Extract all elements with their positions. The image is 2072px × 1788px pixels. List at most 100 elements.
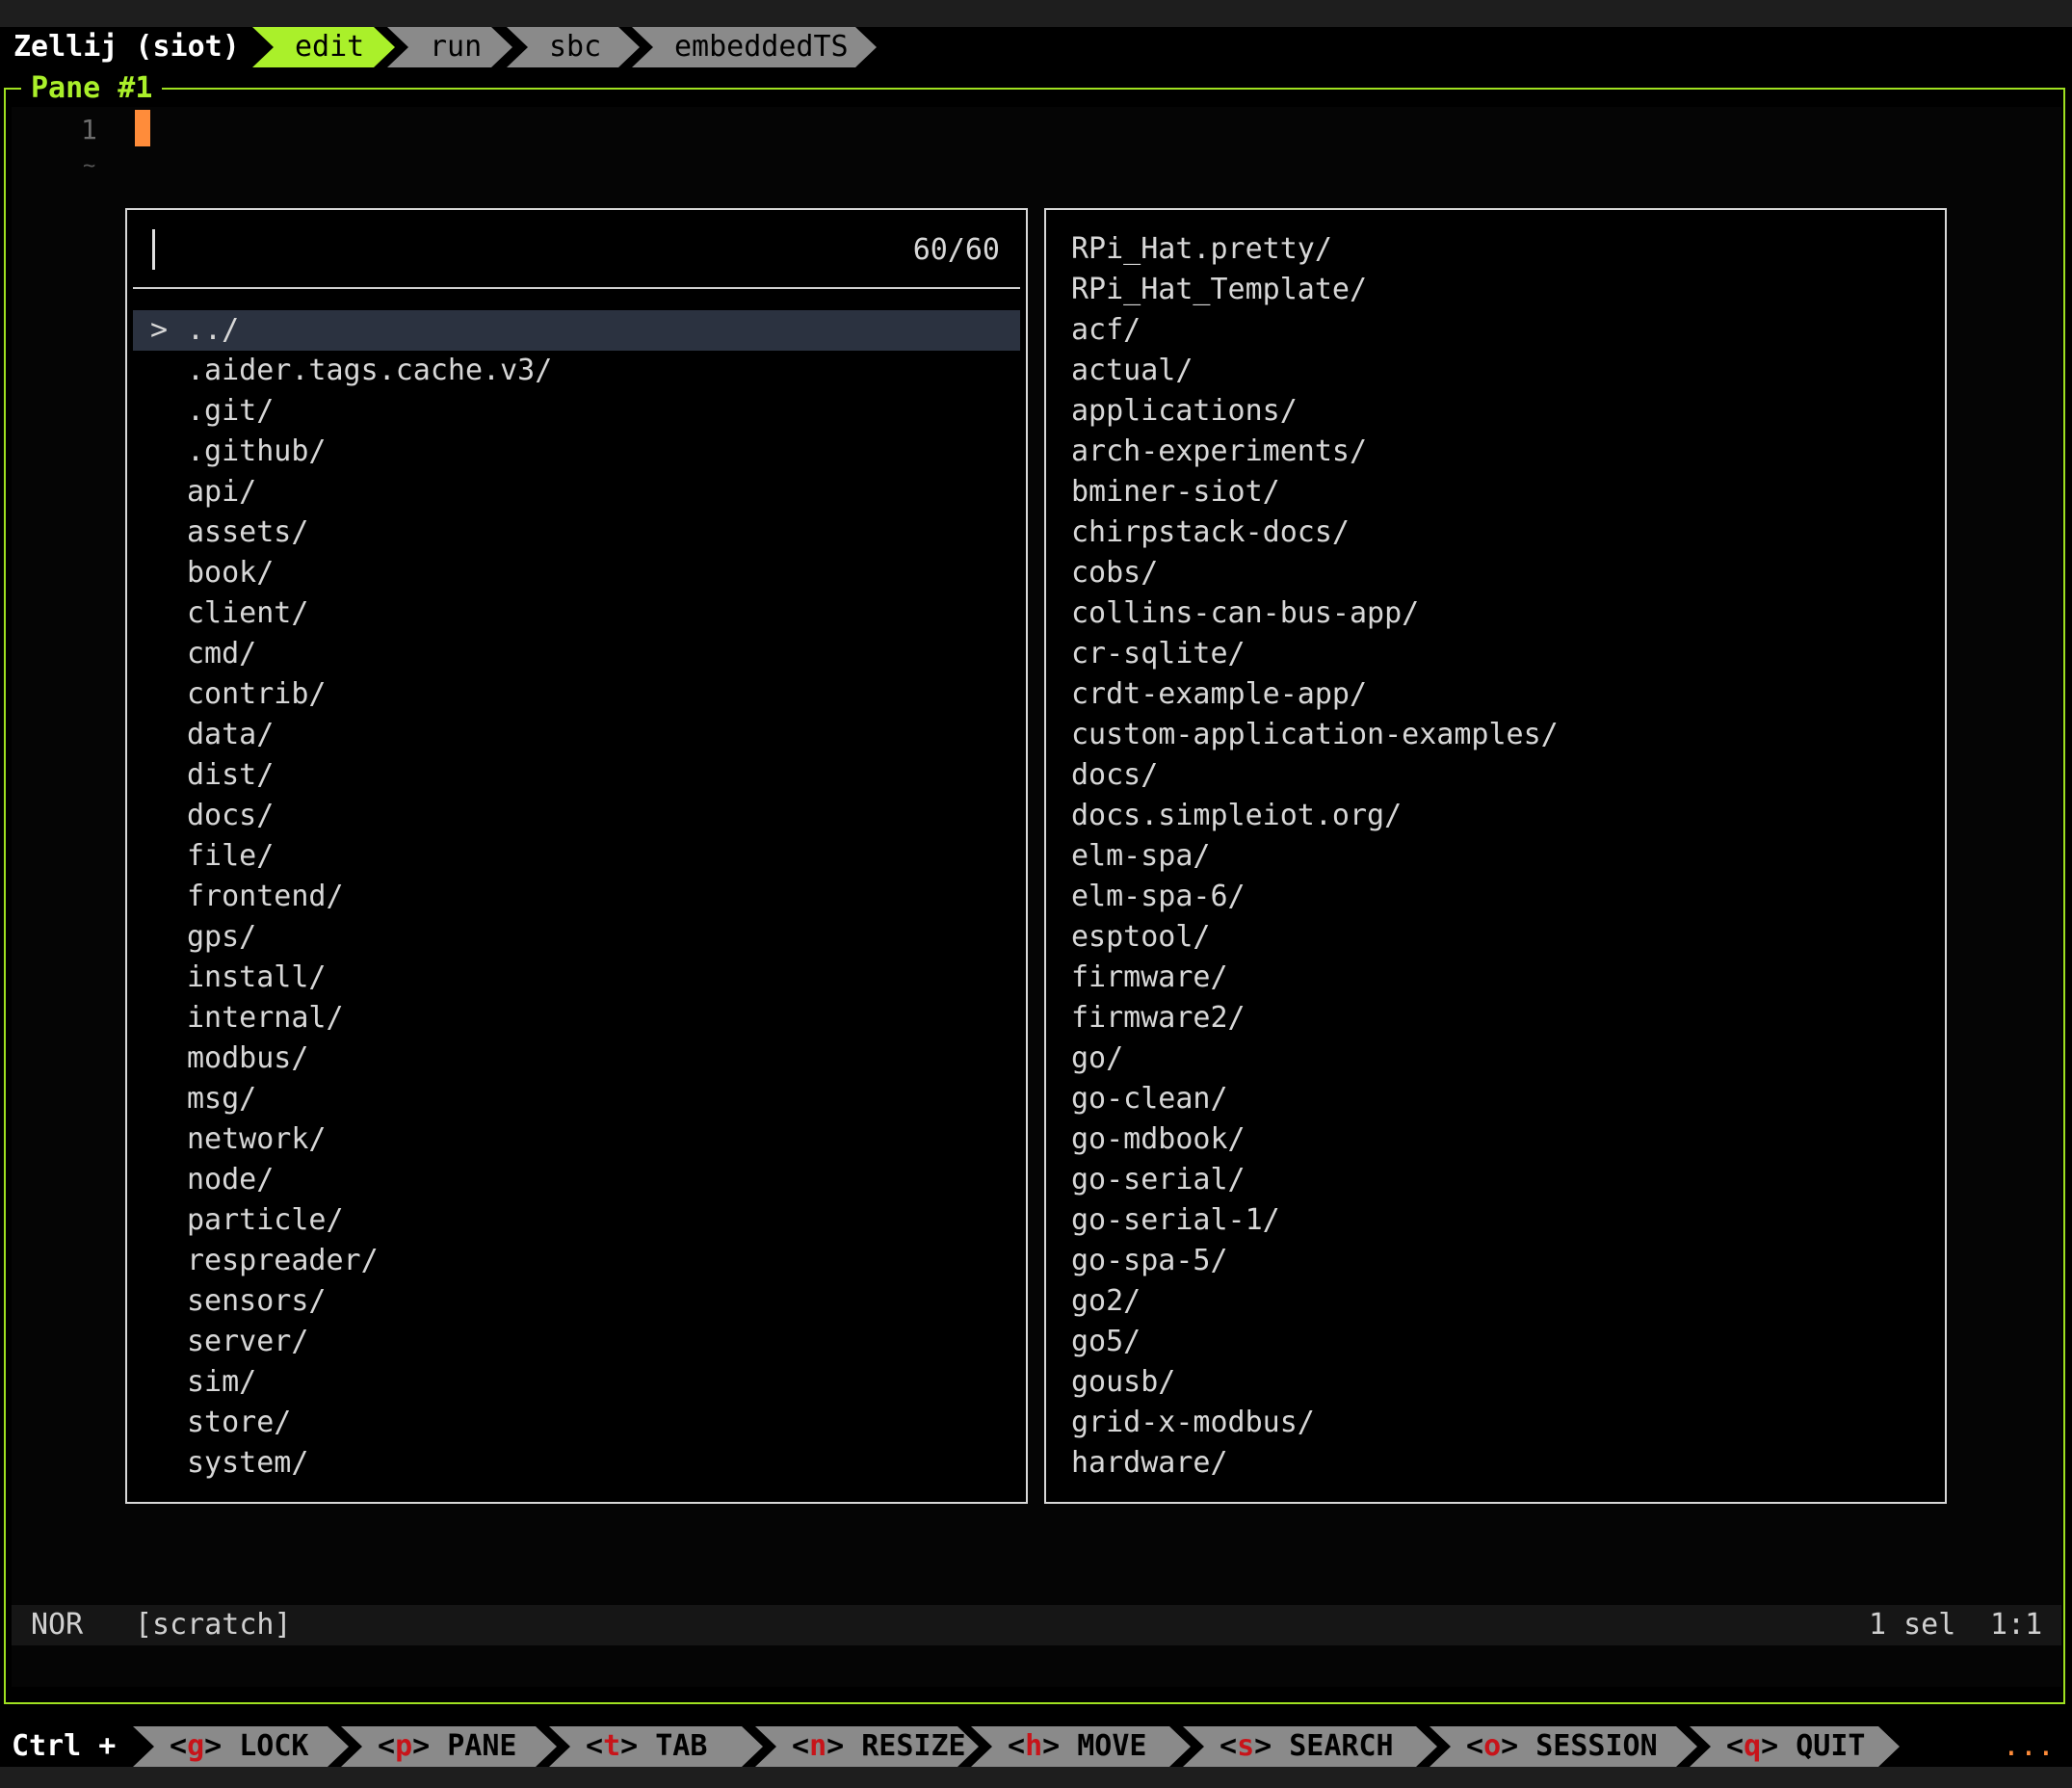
- picker-item[interactable]: sim/: [187, 1362, 256, 1403]
- picker-item[interactable]: contrib/: [187, 674, 327, 715]
- picker-item[interactable]: sensors/: [187, 1281, 327, 1322]
- picker-item[interactable]: .github/: [187, 432, 327, 472]
- picker-item[interactable]: book/: [187, 553, 274, 593]
- key-letter: n: [809, 1729, 827, 1763]
- preview-item: firmware/: [1071, 960, 1228, 994]
- key-bracket: >: [412, 1729, 448, 1763]
- picker-item[interactable]: docs/: [187, 796, 274, 836]
- session-title: Zellij (siot): [13, 30, 240, 64]
- picker-item[interactable]: server/: [187, 1322, 308, 1362]
- picker-item[interactable]: network/: [187, 1119, 327, 1160]
- preview-item: elm-spa/: [1071, 839, 1211, 873]
- preview-item: go2/: [1071, 1284, 1141, 1318]
- picker-item[interactable]: .git/: [187, 391, 274, 432]
- empty-line-marker: ~: [83, 154, 96, 178]
- key-label: LOCK: [239, 1729, 309, 1763]
- key-label: PANE: [447, 1729, 517, 1763]
- preview-item: RPi_Hat_Template/: [1071, 273, 1368, 306]
- key-letter: t: [603, 1729, 621, 1763]
- key-hint-resize[interactable]: <n> RESIZE: [755, 1726, 979, 1767]
- preview-item: go-spa-5/: [1071, 1244, 1228, 1277]
- preview-item: chirpstack-docs/: [1071, 515, 1350, 549]
- preview-item: cr-sqlite/: [1071, 637, 1246, 670]
- key-bracket: <: [1008, 1729, 1026, 1763]
- tab-bar: Zellij (siot) edit run sbc embeddedTS: [0, 27, 2072, 67]
- picker-divider: [133, 287, 1020, 289]
- picker-item[interactable]: particle/: [187, 1200, 344, 1241]
- preview-item: go/: [1071, 1041, 1124, 1075]
- key-bracket: >: [620, 1729, 656, 1763]
- key-hint-move[interactable]: <h> MOVE: [971, 1726, 1191, 1767]
- picker-item[interactable]: gps/: [187, 917, 256, 958]
- key-label: RESIZE: [861, 1729, 966, 1763]
- picker-item[interactable]: dist/: [187, 755, 274, 796]
- picker-item[interactable]: client/: [187, 593, 308, 634]
- key-hint-search[interactable]: <s> SEARCH: [1183, 1726, 1437, 1767]
- preview-item: collins-can-bus-app/: [1071, 596, 1420, 630]
- selection-count: 1 sel: [1869, 1608, 1956, 1642]
- picker-item[interactable]: api/: [187, 472, 256, 513]
- picker-search-input[interactable]: [152, 227, 984, 274]
- key-bracket: >: [826, 1729, 862, 1763]
- picker-item[interactable]: modbus/: [187, 1039, 308, 1079]
- text-cursor: [135, 110, 150, 146]
- picker-item[interactable]: install/: [187, 958, 327, 998]
- key-bracket: >: [1042, 1729, 1078, 1763]
- tab-sbc[interactable]: sbc: [507, 27, 640, 67]
- preview-item: go-clean/: [1071, 1082, 1228, 1116]
- key-hint-tab[interactable]: <t> TAB: [549, 1726, 763, 1767]
- key-letter: h: [1025, 1729, 1043, 1763]
- picker-item[interactable]: msg/: [187, 1079, 256, 1119]
- preview-item: elm-spa-6/: [1071, 880, 1246, 913]
- preview-item: docs.simpleiot.org/: [1071, 799, 1403, 832]
- key-bracket: >: [1761, 1729, 1797, 1763]
- preview-item: hardware/: [1071, 1446, 1228, 1480]
- picker-item[interactable]: store/: [187, 1403, 291, 1443]
- preview-item: acf/: [1071, 313, 1141, 347]
- top-strip: [0, 0, 2072, 27]
- keybinding-bar: Ctrl + <g> LOCK <p> PANE <t> TAB <n> RESIZE…: [0, 1726, 2072, 1767]
- picker-item[interactable]: node/: [187, 1160, 274, 1200]
- picker-item[interactable]: file/: [187, 836, 274, 877]
- bottom-strip: [0, 1767, 2072, 1788]
- tab-run[interactable]: run: [387, 27, 512, 67]
- key-letter: g: [187, 1729, 205, 1763]
- tab-edit[interactable]: edit: [252, 27, 395, 67]
- preview-item: RPi_Hat.pretty/: [1071, 232, 1332, 266]
- key-letter: p: [395, 1729, 413, 1763]
- key-hint-session[interactable]: <o> SESSION: [1429, 1726, 1697, 1767]
- key-hint-quit[interactable]: <q> QUIT: [1690, 1726, 1900, 1767]
- key-bracket: >: [1254, 1729, 1290, 1763]
- picker-item[interactable]: data/: [187, 715, 274, 755]
- key-hint-pane[interactable]: <p> PANE: [341, 1726, 557, 1767]
- key-hint-lock[interactable]: <g> LOCK: [133, 1726, 349, 1767]
- preview-item: go-serial/: [1071, 1163, 1246, 1196]
- preview-item: actual/: [1071, 354, 1193, 387]
- picker-item[interactable]: internal/: [187, 998, 344, 1039]
- picker-item[interactable]: system/: [187, 1443, 308, 1484]
- key-letter: s: [1237, 1729, 1255, 1763]
- preview-item: arch-experiments/: [1071, 434, 1368, 468]
- preview-item: bminer-siot/: [1071, 475, 1280, 509]
- preview-item: crdt-example-app/: [1071, 677, 1368, 711]
- preview-item: go-mdbook/: [1071, 1122, 1246, 1156]
- picker-item[interactable]: frontend/: [187, 877, 344, 917]
- key-letter: o: [1483, 1729, 1502, 1763]
- picker-item[interactable]: cmd/: [187, 634, 256, 674]
- tab-embeddedts[interactable]: embeddedTS: [632, 27, 877, 67]
- picker-item[interactable]: ../: [187, 310, 239, 351]
- preview-item: grid-x-modbus/: [1071, 1406, 1315, 1439]
- picker-item[interactable]: .aider.tags.cache.v3/: [187, 351, 552, 391]
- preview-item: esptool/: [1071, 920, 1211, 954]
- key-bracket: <: [378, 1729, 396, 1763]
- line-number: 1: [81, 114, 97, 145]
- picker-item[interactable]: respreader/: [187, 1241, 379, 1281]
- overflow-indicator: ...: [2002, 1729, 2055, 1763]
- key-bracket: >: [1501, 1729, 1536, 1763]
- key-label: TAB: [655, 1729, 708, 1763]
- preview-item: gousb/: [1071, 1365, 1176, 1399]
- picker-item[interactable]: assets/: [187, 513, 308, 553]
- preview-item: go-serial-1/: [1071, 1203, 1280, 1237]
- preview-item: docs/: [1071, 758, 1159, 792]
- key-bracket: >: [204, 1729, 240, 1763]
